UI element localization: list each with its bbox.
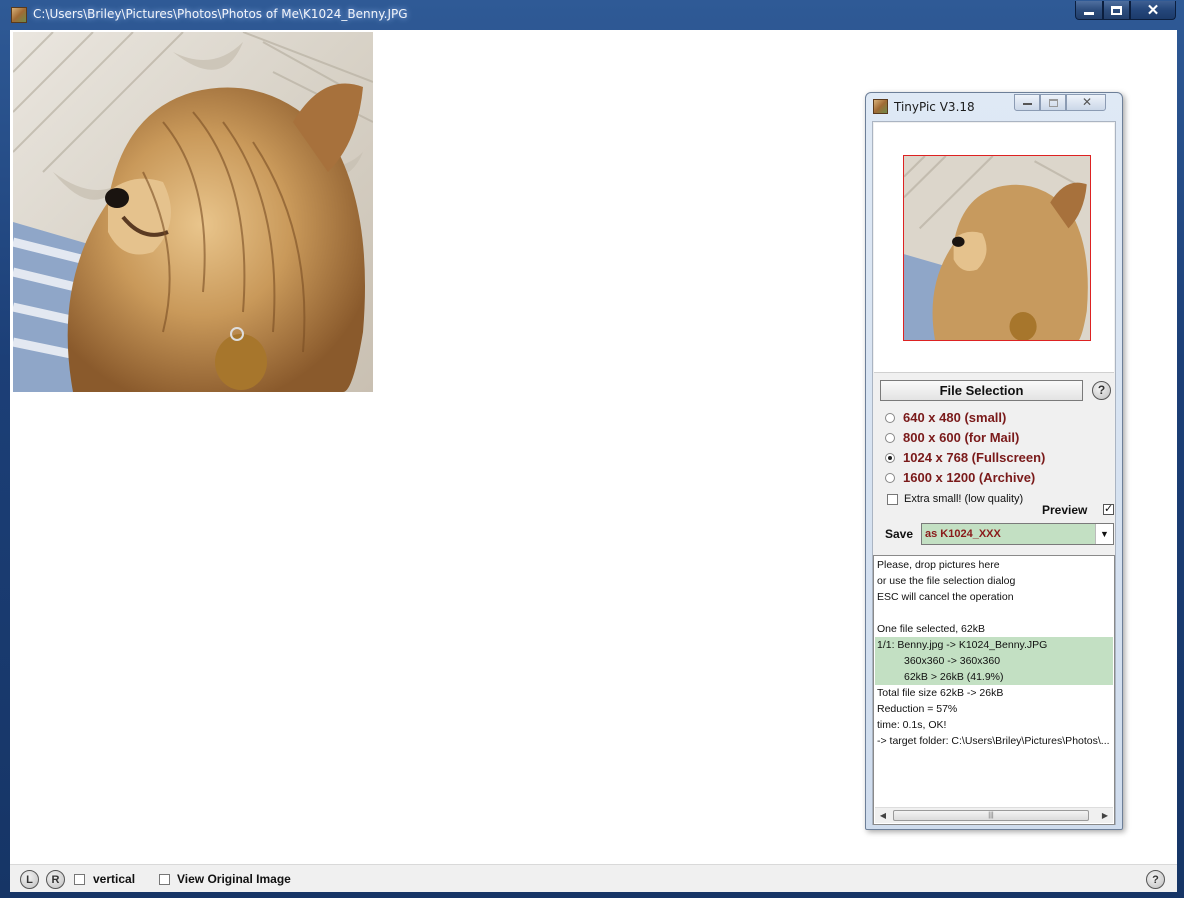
extra-small-checkbox[interactable] (887, 494, 898, 505)
extra-small-label: Extra small! (low quality) (904, 493, 1024, 505)
vertical-checkbox[interactable] (74, 874, 85, 885)
size-option-label: 1024 x 768 (Fullscreen) (903, 450, 1046, 465)
window-title: C:\Users\Briley\Pictures\Photos\Photos o… (33, 7, 408, 21)
title-bar[interactable]: C:\Users\Briley\Pictures\Photos\Photos o… (0, 0, 1184, 30)
maximize-button[interactable] (1103, 1, 1130, 20)
log-line: time: 0.1s, OK! (877, 719, 947, 731)
log-line: 360x360 -> 360x360 (875, 653, 1113, 669)
size-option-label: 640 x 480 (small) (903, 410, 1007, 425)
status-bar: L R vertical View Original Image ? (10, 864, 1177, 892)
log-line: Reduction = 57% (877, 703, 958, 715)
log-lines: Please, drop pictures here or use the fi… (875, 557, 1113, 749)
log-line: Please, drop pictures here (877, 559, 1000, 571)
log-line: 1/1: Benny.jpg -> K1024_Benny.JPG (875, 637, 1113, 653)
save-as-value: as K1024_XXX (925, 528, 1001, 540)
dog-photo (13, 32, 373, 392)
preview-checkbox[interactable]: ✓ (1103, 504, 1114, 515)
close-icon: ✕ (1081, 95, 1093, 109)
log-line: Total file size 62kB -> 26kB (877, 687, 1004, 699)
view-original-checkbox[interactable] (159, 874, 170, 885)
size-option-label: 1600 x 1200 (Archive) (903, 470, 1036, 485)
tinypic-minimize-button[interactable] (1014, 94, 1040, 111)
minimize-icon (1084, 11, 1094, 15)
tinypic-dialog: TinyPic V3.18 ✕ File Selection ? 640 x 4… (865, 92, 1123, 830)
close-button[interactable]: ✕ (1130, 1, 1176, 20)
dropdown-arrow-icon[interactable]: ▼ (1095, 524, 1113, 544)
radio-1024[interactable] (885, 453, 895, 463)
scroll-right-icon[interactable]: ▶ (1097, 808, 1113, 823)
tinypic-maximize-button[interactable] (1040, 94, 1066, 111)
preview-label: Preview (1042, 503, 1088, 517)
log-line: -> target folder: C:\Users\Briley\Pictur… (877, 735, 1110, 747)
tinypic-app-icon[interactable] (873, 99, 888, 114)
log-line: One file selected, 62kB (877, 623, 985, 635)
preview-area (874, 123, 1114, 373)
save-label: Save (885, 527, 914, 541)
size-option-label: 800 x 600 (for Mail) (903, 430, 1020, 445)
log-output[interactable]: Please, drop pictures here or use the fi… (873, 555, 1115, 825)
tinypic-title: TinyPic V3.18 (894, 100, 975, 114)
close-icon: ✕ (1146, 1, 1160, 19)
scrollbar-thumb[interactable]: ||| (893, 810, 1089, 821)
r-button[interactable]: R (46, 870, 65, 889)
maximize-icon (1111, 5, 1122, 15)
radio-800[interactable] (885, 433, 895, 443)
minimize-icon (1023, 103, 1032, 105)
vertical-label: vertical (93, 872, 136, 886)
maximize-icon (1049, 99, 1058, 107)
tinypic-help-button[interactable]: ? (1092, 381, 1111, 400)
preview-thumbnail (903, 155, 1091, 341)
l-button[interactable]: L (20, 870, 39, 889)
log-line: 62kB > 26kB (41.9%) (875, 669, 1113, 685)
view-original-label: View Original Image (177, 872, 291, 886)
preview-thumbnail-image (904, 156, 1090, 340)
log-line: ESC will cancel the operation (877, 591, 1014, 603)
radio-640[interactable] (885, 413, 895, 423)
dog-photo-image (13, 32, 373, 392)
minimize-button[interactable] (1075, 1, 1103, 20)
app-icon[interactable] (11, 7, 27, 23)
help-button[interactable]: ? (1146, 870, 1165, 889)
file-selection-button[interactable]: File Selection (880, 380, 1083, 401)
log-line: or use the file selection dialog (877, 575, 1016, 587)
radio-1600[interactable] (885, 473, 895, 483)
scroll-left-icon[interactable]: ◀ (875, 808, 891, 823)
save-as-dropdown[interactable]: as K1024_XXX ▼ (921, 523, 1114, 545)
tinypic-close-button[interactable]: ✕ (1066, 94, 1106, 111)
tinypic-client: File Selection ? 640 x 480 (small) 800 x… (872, 121, 1116, 825)
horizontal-scrollbar[interactable]: ◀ ||| ▶ (875, 807, 1113, 823)
